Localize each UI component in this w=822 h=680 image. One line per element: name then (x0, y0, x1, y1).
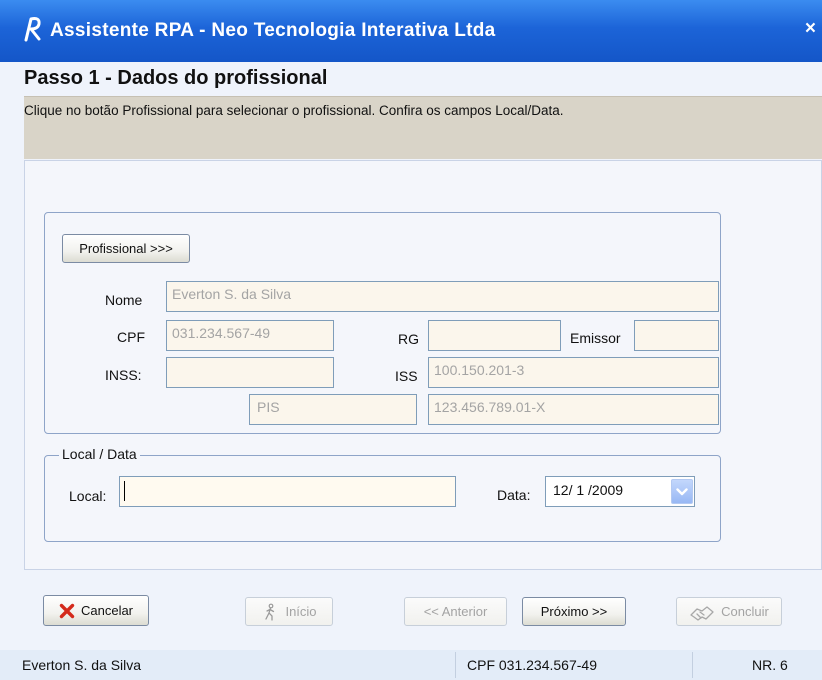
emissor-label: Emissor (570, 330, 621, 346)
title-bar: Assistente RPA - Neo Tecnologia Interati… (0, 0, 822, 62)
date-dropdown-button[interactable] (671, 479, 693, 504)
status-nr: NR. 6 (752, 657, 788, 673)
text-cursor (124, 481, 125, 501)
window-title: Assistente RPA - Neo Tecnologia Interati… (50, 20, 496, 41)
finish-button-label: Concluir (721, 604, 769, 619)
inss-field[interactable] (166, 357, 334, 388)
local-data-legend: Local / Data (59, 446, 140, 462)
previous-button-label: << Anterior (423, 604, 488, 619)
date-value: 12/ 1 /2009 (553, 482, 624, 498)
cpf-field[interactable]: 031.234.567-49 (166, 320, 334, 351)
nome-label: Nome (105, 292, 143, 308)
start-button[interactable]: Início (245, 597, 333, 626)
inss-label: INSS: (105, 367, 142, 383)
iss-label: ISS (395, 368, 418, 384)
status-bar: Everton S. da Silva CPF 031.234.567-49 N… (0, 650, 822, 680)
cpf-label: CPF (117, 329, 145, 345)
finish-button[interactable]: Concluir (676, 597, 782, 626)
cancel-button-label: Cancelar (80, 603, 134, 618)
next-button-label: Próximo >> (540, 604, 608, 619)
data-label: Data: (497, 487, 531, 503)
status-name: Everton S. da Silva (22, 657, 142, 673)
previous-button[interactable]: << Anterior (404, 597, 507, 626)
pis-label: PIS (257, 399, 280, 415)
pis-field[interactable]: 123.456.789.01-X (428, 394, 719, 425)
status-separator (455, 652, 456, 678)
iss-field[interactable]: 100.150.201-3 (428, 357, 719, 388)
nome-field[interactable]: Everton S. da Silva (166, 281, 719, 312)
rpa-logo-icon (24, 17, 41, 42)
pis-label-box: PIS (249, 394, 417, 425)
rg-field[interactable] (428, 320, 561, 351)
professional-button-label: Profissional >>> (79, 241, 173, 256)
status-separator (692, 652, 693, 678)
step-title: Passo 1 - Dados do profissional (24, 67, 328, 89)
walking-person-icon (265, 603, 275, 621)
local-field[interactable] (119, 476, 456, 507)
close-icon[interactable]: × (805, 18, 816, 40)
instructions-banner: Clique no botão Profissional para seleci… (24, 96, 822, 159)
cancel-button[interactable]: Cancelar (43, 595, 149, 626)
professional-button[interactable]: Profissional >>> (62, 234, 190, 263)
next-button[interactable]: Próximo >> (522, 597, 626, 626)
emissor-field[interactable] (634, 320, 719, 351)
cancel-x-icon (59, 603, 75, 618)
start-button-label: Início (285, 604, 317, 619)
rg-label: RG (398, 331, 419, 347)
chevron-down-icon (676, 487, 688, 495)
local-label: Local: (69, 488, 107, 504)
status-cpf: CPF 031.234.567-49 (467, 657, 597, 673)
instructions-text: Clique no botão Profissional para seleci… (24, 103, 564, 118)
handshake-icon (690, 605, 714, 621)
